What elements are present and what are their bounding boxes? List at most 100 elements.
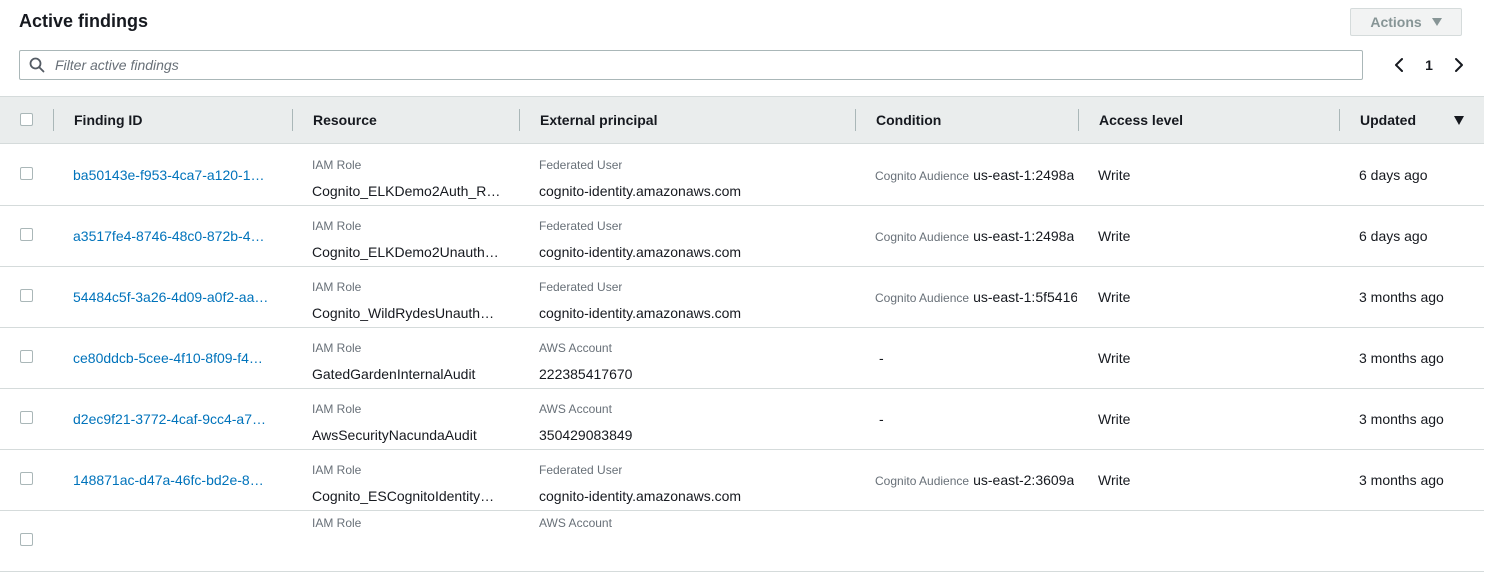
- resource-name: Cognito_ELKDemo2Unauth…: [312, 244, 499, 260]
- actions-button[interactable]: Actions: [1350, 8, 1462, 36]
- column-header-resource[interactable]: Resource: [313, 97, 377, 143]
- caret-down-icon: [1431, 18, 1442, 26]
- filter-search-box[interactable]: [19, 50, 1363, 80]
- table-row[interactable]: 54484c5f-3a26-4d09-a0f2-aa… IAM Role Cogni…: [0, 267, 1484, 328]
- access-level: Write: [1098, 472, 1131, 488]
- updated-time: 6 days ago: [1359, 167, 1428, 183]
- access-level: Write: [1098, 289, 1131, 305]
- column-divider: [1078, 109, 1079, 131]
- resource-name: Cognito_ESCognitoIdentity…: [312, 488, 495, 504]
- principal-type: Federated User: [539, 158, 623, 172]
- condition-value: us-east-1:2498a: [973, 167, 1075, 183]
- row-checkbox[interactable]: [20, 167, 33, 180]
- finding-id-link[interactable]: a3517fe4-8746-48c0-872b-4…: [73, 228, 275, 244]
- column-header-external-principal[interactable]: External principal: [540, 97, 657, 143]
- condition-cell: Cognito Audience us-east-1:5f5416: [875, 289, 1077, 305]
- principal-type: Federated User: [539, 280, 623, 294]
- resource-name: Cognito_WildRydesUnauth…: [312, 305, 495, 321]
- resource-type: IAM Role: [312, 463, 362, 477]
- condition-cell: Cognito Audience us-east-1:2498a: [875, 228, 1077, 244]
- finding-id-link[interactable]: ce80ddcb-5cee-4f10-8f09-f4…: [73, 350, 275, 366]
- condition-key: Cognito Audience: [875, 474, 970, 488]
- condition-value: -: [879, 350, 884, 366]
- column-divider: [53, 109, 54, 131]
- table-row[interactable]: 148871ac-d47a-46fc-bd2e-8… IAM Role Cognit…: [0, 450, 1484, 511]
- principal-type: AWS Account: [539, 341, 612, 355]
- row-checkbox[interactable]: [20, 350, 33, 363]
- sort-descending-icon[interactable]: [1454, 116, 1464, 125]
- row-checkbox[interactable]: [20, 411, 33, 424]
- resource-type: IAM Role: [312, 402, 362, 416]
- table-row[interactable]: d2ec9f21-3772-4caf-9cc4-a7… IAM Role AwsSe…: [0, 389, 1484, 450]
- current-page-number[interactable]: 1: [1425, 57, 1433, 73]
- select-all-checkbox[interactable]: [20, 113, 33, 126]
- condition-cell: Cognito Audience us-east-1:2498a: [875, 167, 1077, 183]
- row-checkbox[interactable]: [20, 472, 33, 485]
- chevron-right-icon: [1454, 58, 1463, 72]
- updated-time: 6 days ago: [1359, 228, 1428, 244]
- table-header: Finding ID Resource External principal C…: [0, 96, 1484, 144]
- column-header-updated[interactable]: Updated: [1360, 97, 1416, 143]
- updated-time: 3 months ago: [1359, 289, 1444, 305]
- resource-name: Cognito_ELKDemo2Auth_R…: [312, 183, 501, 199]
- column-header-access-level[interactable]: Access level: [1099, 97, 1183, 143]
- access-level: Write: [1098, 167, 1131, 183]
- principal-type: Federated User: [539, 219, 623, 233]
- row-checkbox[interactable]: [20, 289, 33, 302]
- finding-id-link[interactable]: 148871ac-d47a-46fc-bd2e-8…: [73, 472, 275, 488]
- row-checkbox[interactable]: [20, 533, 33, 546]
- condition-value: -: [879, 411, 884, 427]
- page-title: Active findings: [19, 11, 149, 31]
- findings-header: Active findings Actions 1: [0, 0, 1484, 96]
- updated-time: 3 months ago: [1359, 411, 1444, 427]
- row-checkbox[interactable]: [20, 228, 33, 241]
- finding-id-link[interactable]: 54484c5f-3a26-4d09-a0f2-aa…: [73, 289, 275, 305]
- condition-value: us-east-1:5f5416: [973, 289, 1077, 305]
- pagination: 1: [1388, 52, 1470, 78]
- principal-type: Federated User: [539, 463, 623, 477]
- column-header-finding-id[interactable]: Finding ID: [74, 97, 142, 143]
- condition-key: Cognito Audience: [875, 230, 970, 244]
- resource-type: IAM Role: [312, 280, 362, 294]
- finding-id-link[interactable]: d2ec9f21-3772-4caf-9cc4-a7…: [73, 411, 275, 427]
- finding-id-link[interactable]: ba50143e-f953-4ca7-a120-1…: [73, 167, 275, 183]
- search-icon: [29, 57, 45, 73]
- principal-value: cognito-identity.amazonaws.com: [539, 488, 742, 504]
- updated-time: 3 months ago: [1359, 472, 1444, 488]
- access-level: Write: [1098, 350, 1131, 366]
- resource-type: IAM Role: [312, 158, 362, 172]
- principal-type: AWS Account: [539, 402, 612, 416]
- table-row[interactable]: a3517fe4-8746-48c0-872b-4… IAM Role Cognit…: [0, 206, 1484, 267]
- resource-type: IAM Role: [312, 341, 362, 355]
- condition-value: us-east-1:2498a: [973, 228, 1075, 244]
- column-header-condition[interactable]: Condition: [876, 97, 941, 143]
- actions-button-label: Actions: [1370, 14, 1422, 30]
- table-row[interactable]: ba50143e-f953-4ca7-a120-1… IAM Role Cognit…: [0, 145, 1484, 206]
- table-row[interactable]: IAM Role AWS Account: [0, 511, 1484, 572]
- condition-key: Cognito Audience: [875, 291, 970, 305]
- condition-cell: -: [875, 411, 1077, 427]
- resource-name: GatedGardenInternalAudit: [312, 366, 476, 382]
- search-input[interactable]: [53, 56, 1362, 74]
- principal-value: 350429083849: [539, 427, 633, 443]
- updated-time: 3 months ago: [1359, 350, 1444, 366]
- condition-cell: -: [875, 350, 1077, 366]
- column-divider: [519, 109, 520, 131]
- chevron-left-icon: [1395, 58, 1403, 72]
- column-divider: [855, 109, 856, 131]
- column-divider: [1339, 109, 1340, 131]
- principal-value: 222385417670: [539, 366, 633, 382]
- resource-name: AwsSecurityNacundaAudit: [312, 427, 477, 443]
- resource-type: IAM Role: [312, 219, 362, 233]
- condition-value: us-east-2:3609a: [973, 472, 1075, 488]
- condition-key: Cognito Audience: [875, 169, 970, 183]
- table-row[interactable]: ce80ddcb-5cee-4f10-8f09-f4… IAM Role Gated…: [0, 328, 1484, 389]
- principal-value: cognito-identity.amazonaws.com: [539, 305, 742, 321]
- access-level: Write: [1098, 228, 1131, 244]
- principal-value: cognito-identity.amazonaws.com: [539, 244, 742, 260]
- access-level: Write: [1098, 411, 1131, 427]
- next-page-button[interactable]: [1448, 54, 1470, 76]
- previous-page-button[interactable]: [1388, 54, 1410, 76]
- column-divider: [292, 109, 293, 131]
- principal-value: cognito-identity.amazonaws.com: [539, 183, 742, 199]
